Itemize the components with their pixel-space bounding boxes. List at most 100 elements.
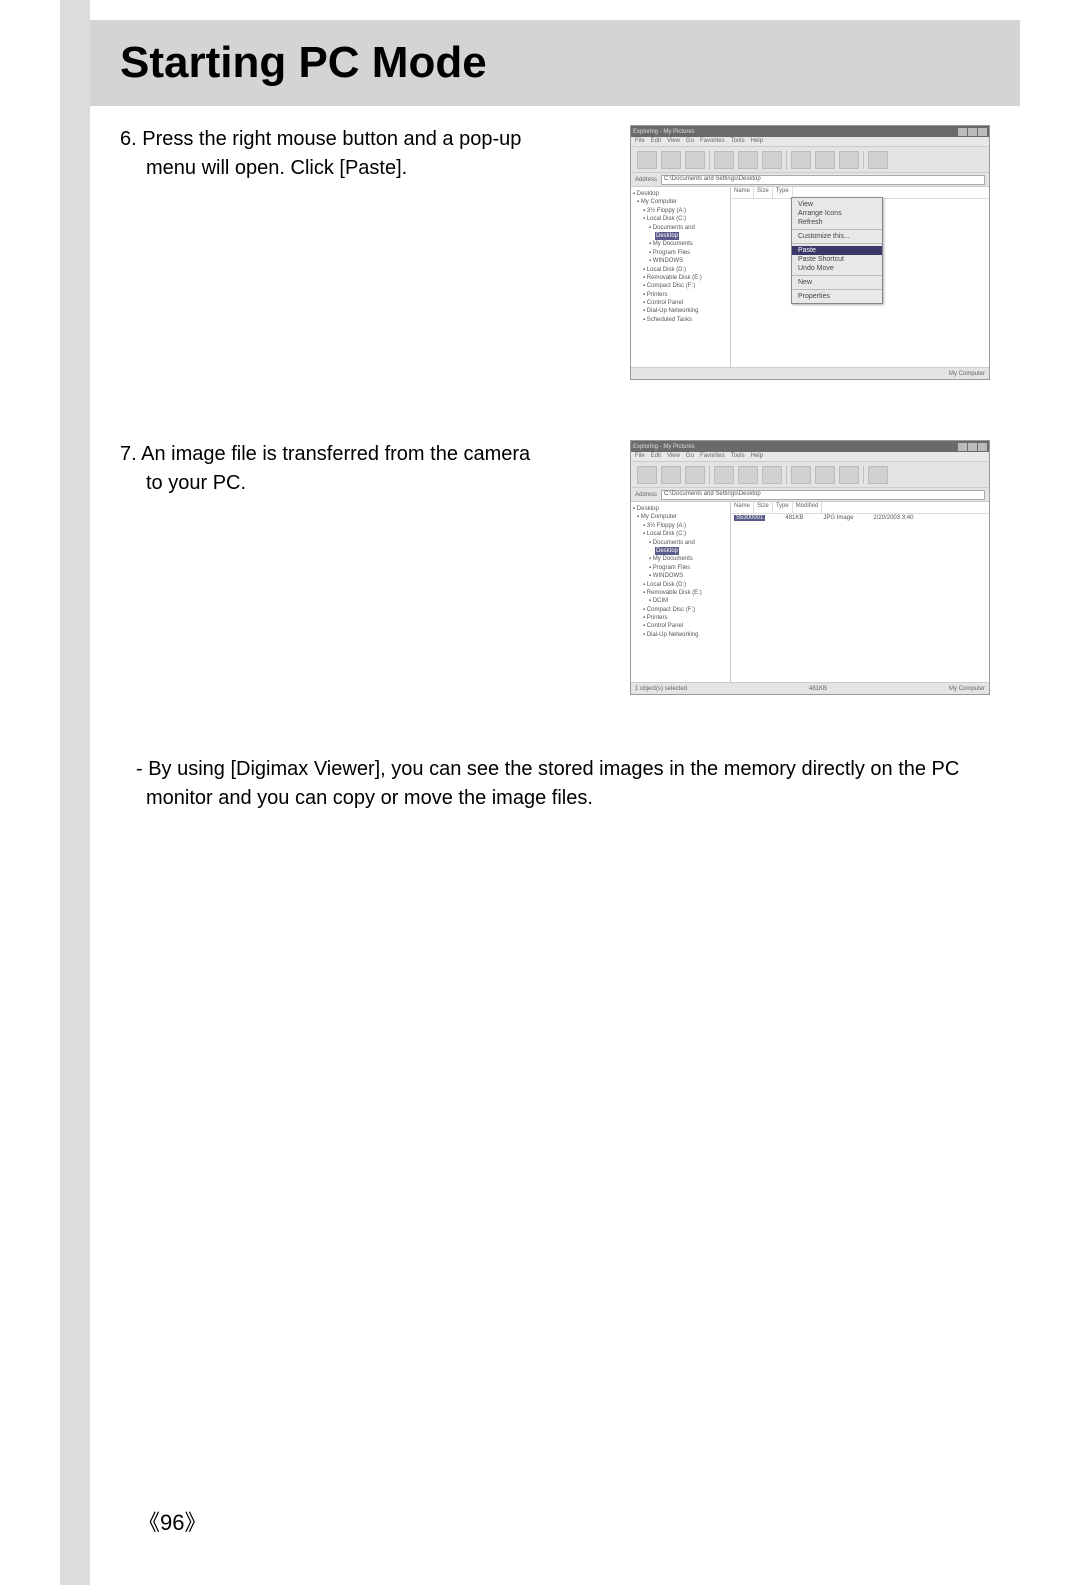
- toolbar-separator: [709, 466, 710, 484]
- bracket-right: 》: [185, 1510, 207, 1535]
- undo-icon: [791, 466, 811, 484]
- views-icon: [868, 466, 888, 484]
- tree-item: ▪ Compact Disc (F:): [633, 606, 728, 614]
- context-menu-group: Properties: [792, 290, 882, 303]
- context-menu-item: New: [792, 278, 882, 287]
- menu-item: Help: [751, 138, 763, 145]
- tree-item: ▪ Program Files: [633, 249, 728, 257]
- tree-item: ▪ My Computer: [633, 198, 728, 206]
- screenshot-explorer-file: Exploring - My Pictures FileEditViewGoFa…: [630, 440, 990, 695]
- tree-item: ▪ My Documents: [633, 555, 728, 563]
- properties-icon: [839, 466, 859, 484]
- back-icon: [637, 151, 657, 169]
- file-date: 2/20/2003 3:40: [873, 515, 913, 521]
- tree-item: ▪ Local Disk (C:): [633, 530, 728, 538]
- file-row: S5300001 481KB JPG Image 2/20/2003 3:40: [731, 514, 989, 522]
- minimize-icon: [958, 443, 967, 451]
- step-body: An image file is transferred from the ca…: [141, 443, 530, 494]
- step-6-text: 6. Press the right mouse button and a po…: [120, 125, 550, 183]
- tree-item: ▪ WINDOWS: [633, 572, 728, 580]
- views-icon: [868, 151, 888, 169]
- menu-item: Favorites: [700, 138, 725, 145]
- tree-item: ▪ Control Panel: [633, 622, 728, 630]
- menubar: FileEditViewGoFavoritesToolsHelp: [631, 137, 989, 147]
- status-right: My Computer: [949, 686, 985, 692]
- context-menu-group: New: [792, 276, 882, 290]
- address-field: C:\Documents and Settings\Desktop: [661, 175, 985, 185]
- menu-item: Tools: [731, 138, 745, 145]
- file-type: JPG Image: [823, 515, 853, 521]
- close-icon: [978, 128, 987, 136]
- context-menu-item: Undo Move: [792, 264, 882, 273]
- tree-item: ▪ Removable Disk (E:): [633, 274, 728, 282]
- step-number: 6.: [120, 128, 137, 150]
- context-menu-item: Properties: [792, 292, 882, 301]
- tree-item: ▪ Local Disk (D:): [633, 581, 728, 589]
- context-menu-item: Paste: [792, 246, 882, 255]
- maximize-icon: [968, 443, 977, 451]
- column-header: Modified: [793, 502, 823, 513]
- cut-icon: [714, 151, 734, 169]
- back-icon: [637, 466, 657, 484]
- step-image-col: Exploring - My Pictures FileEditViewGoFa…: [550, 125, 990, 380]
- file-pane: NameSizeType ViewArrange IconsRefreshCus…: [731, 187, 989, 367]
- status-left: 1 object(s) selected: [635, 686, 687, 692]
- toolbar-separator: [709, 151, 710, 169]
- window-titlebar: Exploring - My Pictures: [631, 441, 989, 452]
- step-number: 7.: [120, 443, 137, 465]
- tree-item: ▪ Documents and: [633, 539, 728, 547]
- column-header: Type: [773, 502, 793, 513]
- file-pane: NameSizeTypeModified S5300001 481KB JPG …: [731, 502, 989, 682]
- step-text-col: 6. Press the right mouse button and a po…: [120, 125, 550, 183]
- page-title: Starting PC Mode: [120, 38, 487, 88]
- window-title: Exploring - My Pictures: [633, 129, 695, 135]
- context-menu-item: Refresh: [792, 218, 882, 227]
- menu-item: Help: [751, 453, 763, 460]
- menubar: FileEditViewGoFavoritesToolsHelp: [631, 452, 989, 462]
- bracket-left: 《: [138, 1510, 160, 1535]
- window-buttons: [958, 443, 987, 451]
- column-header: Size: [754, 502, 773, 513]
- page-number-value: 96: [160, 1510, 184, 1535]
- status-bar: 1 object(s) selected 481KB My Computer: [631, 682, 989, 694]
- tree-item: ▪ My Documents: [633, 240, 728, 248]
- toolbar: [631, 462, 989, 488]
- minimize-icon: [958, 128, 967, 136]
- properties-icon: [839, 151, 859, 169]
- tree-item: ▪ Program Files: [633, 564, 728, 572]
- screenshot-explorer-paste: Exploring - My Pictures FileEditViewGoFa…: [630, 125, 990, 380]
- tree-item: ▪ Desktop: [633, 505, 728, 513]
- up-icon: [685, 466, 705, 484]
- tree-item: ▪ Dial-Up Networking: [633, 631, 728, 639]
- content-area: 6. Press the right mouse button and a po…: [120, 125, 990, 813]
- file-size: 481KB: [785, 515, 803, 521]
- explorer-body: ▪ Desktop▪ My Computer▪ 3½ Floppy (A:)▪ …: [631, 187, 989, 367]
- page-margin-strip: [60, 0, 90, 1585]
- delete-icon: [815, 151, 835, 169]
- digimax-note: - By using [Digimax Viewer], you can see…: [120, 755, 990, 813]
- close-icon: [978, 443, 987, 451]
- context-menu-group: PastePaste ShortcutUndo Move: [792, 244, 882, 276]
- context-menu: ViewArrange IconsRefreshCustomize this..…: [791, 197, 883, 304]
- tree-item: ▪ DCIM: [633, 597, 728, 605]
- folder-tree: ▪ Desktop▪ My Computer▪ 3½ Floppy (A:)▪ …: [631, 502, 731, 682]
- menu-item: File: [635, 453, 645, 460]
- cut-icon: [714, 466, 734, 484]
- toolbar: [631, 147, 989, 173]
- tree-item: ▪ 3½ Floppy (A:): [633, 522, 728, 530]
- toolbar-separator: [786, 151, 787, 169]
- status-right: My Computer: [949, 371, 985, 377]
- context-menu-group: ViewArrange IconsRefresh: [792, 198, 882, 230]
- context-menu-group: Customize this...: [792, 230, 882, 244]
- tree-item: ▪ 3½ Floppy (A:): [633, 207, 728, 215]
- address-label: Address: [635, 492, 657, 498]
- tree-item: ▪ Removable Disk (E:): [633, 589, 728, 597]
- column-header: Name: [731, 502, 754, 513]
- column-headers: NameSizeTypeModified: [731, 502, 989, 514]
- status-mid: 481KB: [809, 686, 827, 692]
- explorer-body: ▪ Desktop▪ My Computer▪ 3½ Floppy (A:)▪ …: [631, 502, 989, 682]
- menu-item: File: [635, 138, 645, 145]
- column-header: Size: [754, 187, 773, 198]
- step-row-7: 7. An image file is transferred from the…: [120, 440, 990, 695]
- forward-icon: [661, 151, 681, 169]
